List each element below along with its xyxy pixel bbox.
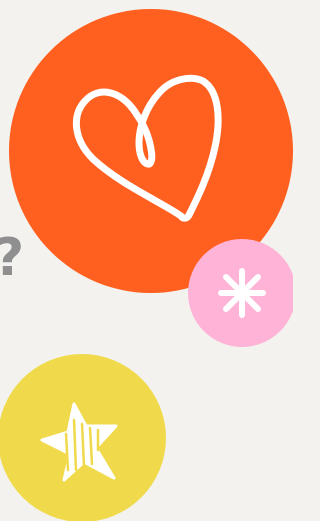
decorative-illustration: ? [0, 0, 293, 521]
yellow-circle [0, 354, 166, 521]
heart-icon [72, 74, 222, 222]
asterisk-icon [218, 268, 266, 318]
pink-circle [188, 239, 293, 347]
question-mark-glyph: ? [0, 232, 24, 284]
star-icon [40, 402, 118, 482]
